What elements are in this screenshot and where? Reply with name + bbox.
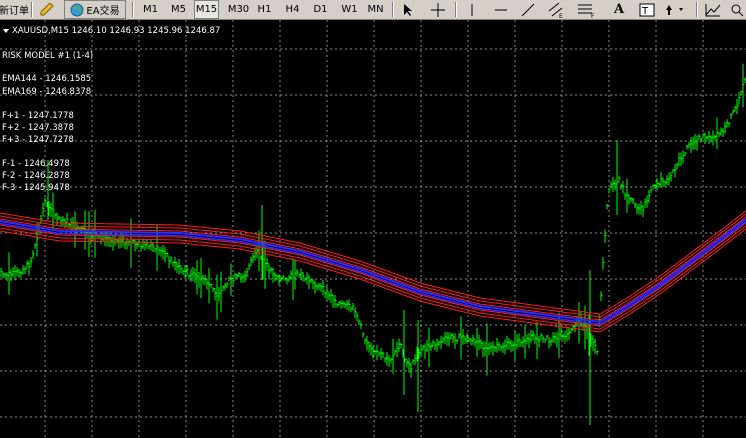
svg-text:F: F [591, 13, 595, 18]
f-minus-label: F-1 - 1246.4978 [2, 159, 70, 169]
f-plus-label: F+2 - 1247.3878 [2, 123, 74, 133]
svg-text:E: E [559, 13, 563, 18]
new-order-button[interactable]: 新订单 [0, 0, 29, 19]
timeframe-m1-button[interactable]: M1 [138, 0, 163, 19]
timeframe-m5-button[interactable]: M5 [166, 0, 191, 19]
equidistant-channel-icon[interactable]: E [545, 0, 567, 19]
horizontal-line-icon[interactable] [490, 0, 512, 19]
ea-label: EA交易 [86, 6, 120, 17]
ema-label: EMA169 - 1246.8378 [2, 87, 92, 97]
timeframe-w1-button[interactable]: W1 [337, 0, 362, 19]
chart-line-icon[interactable] [702, 0, 724, 19]
price-chart[interactable] [0, 20, 746, 438]
chart-menu-triangle-icon [3, 29, 9, 33]
symbol-info: XAUUSD,M15 1246.10 1246.93 1245.96 1246.… [12, 26, 221, 36]
globe-icon [70, 3, 84, 16]
zoom-icon[interactable] [728, 0, 746, 19]
cursor-icon[interactable] [398, 0, 418, 19]
expert-advisor-button[interactable]: EA交易 [64, 0, 126, 19]
timeframe-m30-button[interactable]: M30 [226, 0, 251, 19]
arrows-dropdown-icon[interactable] [662, 0, 690, 19]
pencil-icon[interactable] [36, 0, 58, 19]
timeframe-h4-button[interactable]: H4 [280, 0, 305, 19]
text-tool-icon[interactable]: A [606, 0, 632, 19]
toolbar: 新订单 EA交易 M1 M5 M15 M30 H1 H4 D1 W1 MN E F A T [0, 0, 746, 20]
timeframe-mn-button[interactable]: MN [363, 0, 388, 19]
f-minus-label: F-3 - 1245.9478 [2, 183, 70, 193]
f-plus-label: F+3 - 1247.7278 [2, 135, 74, 145]
vertical-line-icon[interactable] [462, 0, 482, 19]
trendline-icon[interactable] [517, 0, 539, 19]
text-label-icon[interactable]: T [636, 0, 658, 19]
svg-text:T: T [641, 6, 649, 17]
crosshair-icon[interactable] [427, 0, 449, 19]
f-minus-label: F-2 - 1246.2878 [2, 171, 70, 181]
timeframe-d1-button[interactable]: D1 [308, 0, 333, 19]
ema-label: EMA144 - 1246.1585 [2, 74, 92, 84]
indicator-title: RISK MODEL #1 (1-4) [2, 51, 94, 61]
timeframe-m15-button[interactable]: M15 [194, 0, 219, 19]
new-order-label: 新订单 [0, 6, 29, 17]
f-plus-label: F+1 - 1247.1778 [2, 111, 74, 121]
fibonacci-icon[interactable]: F [574, 0, 600, 19]
timeframe-h1-button[interactable]: H1 [252, 0, 277, 19]
